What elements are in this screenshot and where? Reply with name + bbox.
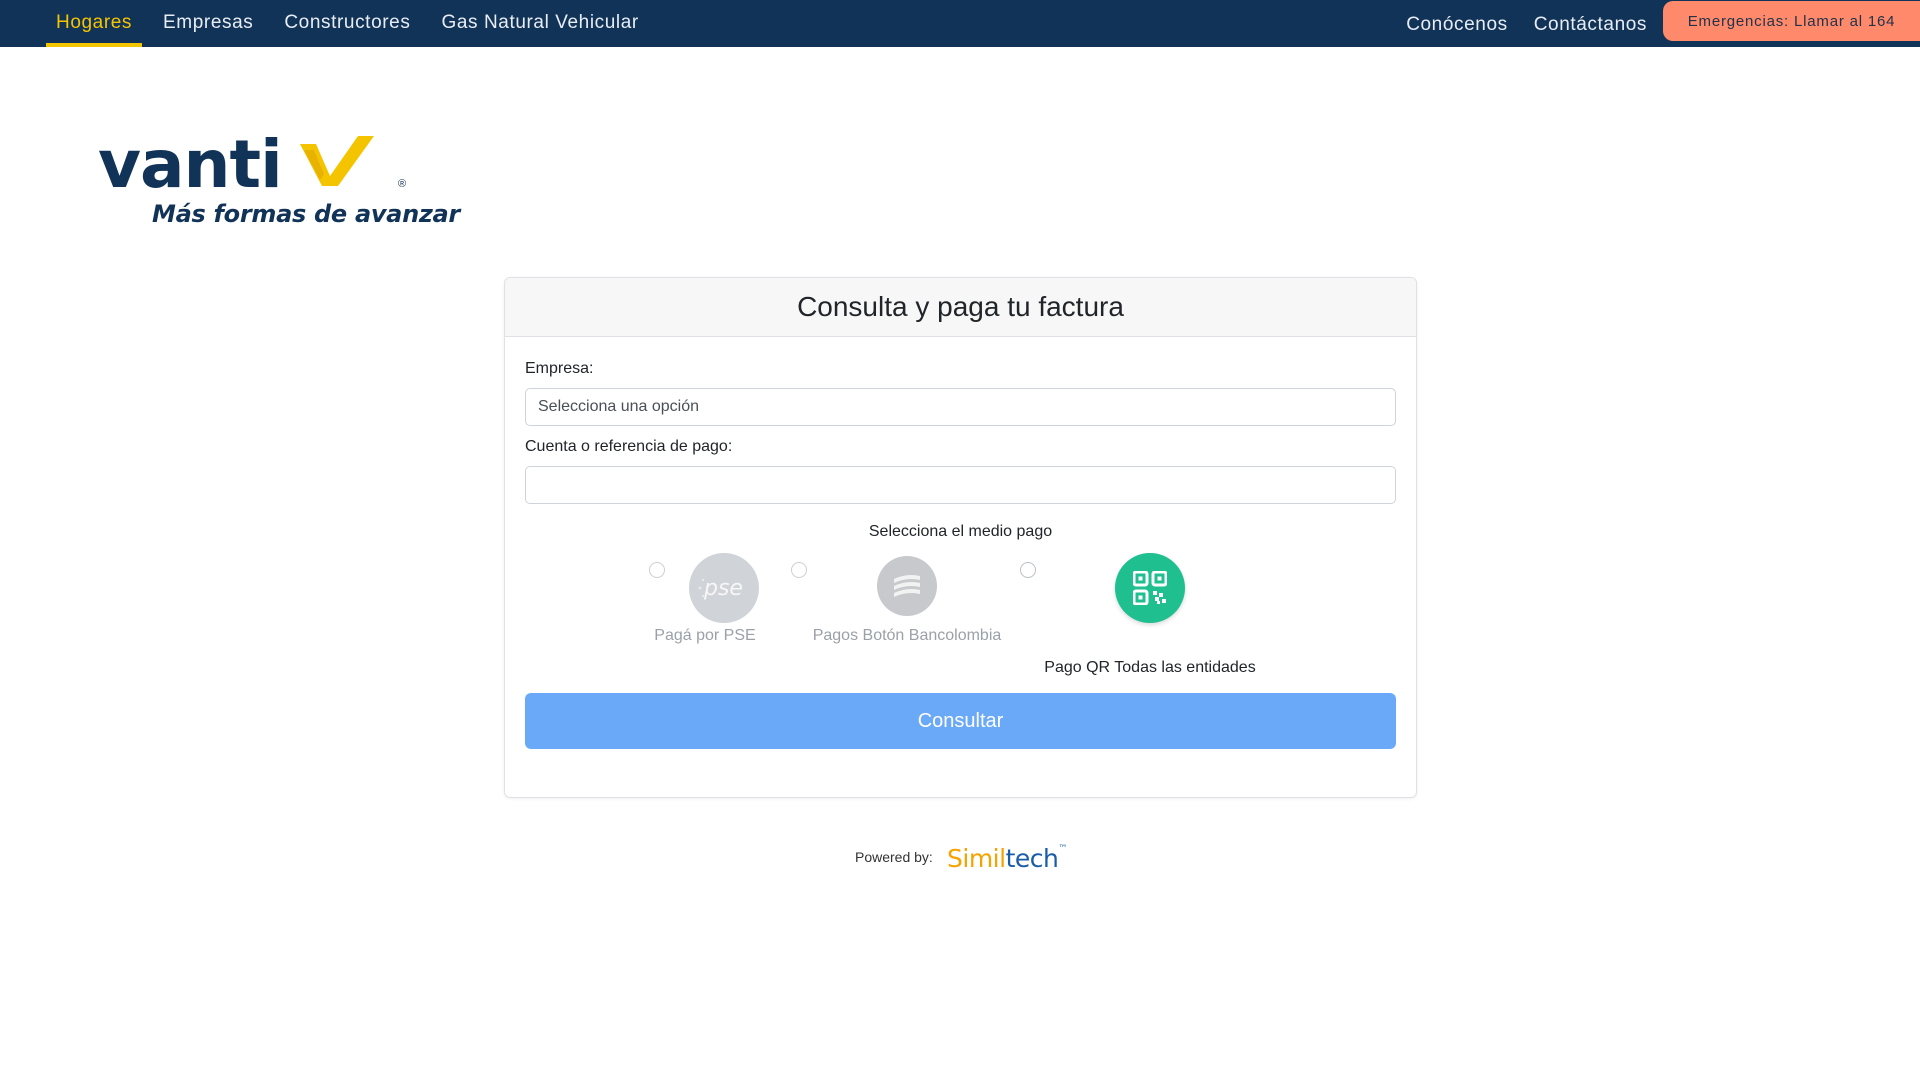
similtech-logo[interactable]: Similtech™: [947, 844, 1067, 873]
empresa-select[interactable]: Selecciona una opción: [525, 388, 1396, 426]
nav-item-label: Empresas: [163, 12, 254, 33]
pse-label: Pagá por PSE: [654, 627, 756, 644]
card-title: Consulta y paga tu factura: [797, 291, 1124, 322]
consultar-button[interactable]: Consultar: [525, 693, 1396, 749]
logo-tagline: Más formas de avanzar: [152, 200, 460, 228]
nav-item-constructores[interactable]: Constructores: [274, 0, 420, 47]
similtech-logo-part1: Simil: [947, 844, 1006, 873]
qr-code-icon[interactable]: [1115, 553, 1185, 623]
radio-qr[interactable]: [1020, 562, 1036, 578]
nav-item-empresas[interactable]: Empresas: [153, 0, 263, 47]
nav-item-contactanos[interactable]: Contáctanos: [1524, 0, 1657, 47]
similtech-logo-part2: tech: [1005, 844, 1059, 873]
nav-item-gas-natural-vehicular[interactable]: Gas Natural Vehicular: [431, 0, 648, 47]
logo-wordmark: vanti: [98, 126, 283, 203]
emergency-label: Emergencias: Llamar al 164: [1687, 12, 1896, 30]
nav-item-label: Gas Natural Vehicular: [441, 12, 639, 33]
radio-bancolombia[interactable]: [791, 562, 807, 578]
empresa-label: Empresa:: [525, 360, 594, 377]
qr-label: Pago QR Todas las entidades: [1044, 659, 1256, 676]
nav-item-label: Contáctanos: [1533, 14, 1647, 35]
similtech-trademark: ™: [1058, 844, 1067, 854]
payment-card: Consulta y paga tu factura Empresa: Sele…: [504, 277, 1417, 798]
empresa-select-value: Selecciona una opción: [538, 398, 700, 415]
cuenta-label: Cuenta o referencia de pago:: [525, 438, 733, 455]
payment-section-title: Selecciona el medio pago: [868, 523, 1053, 540]
vanti-logo[interactable]: vanti ® Más formas de avanzar: [98, 126, 460, 230]
radio-pse[interactable]: [649, 562, 665, 578]
emergency-call-button[interactable]: Emergencias: Llamar al 164: [1663, 1, 1920, 41]
nav-item-label: Constructores: [284, 12, 411, 33]
card-header: Consulta y paga tu factura: [505, 278, 1416, 337]
nav-item-hogares[interactable]: Hogares: [46, 0, 143, 47]
nav-item-label: Hogares: [56, 12, 133, 33]
pse-logo-icon: pse: [698, 576, 743, 601]
nav-item-label: Conócenos: [1406, 14, 1508, 35]
bancolombia-label: Pagos Botón Bancolombia: [812, 627, 1002, 644]
nav-right-group: Conócenos Contáctanos Emergencias: Llama…: [1396, 0, 1920, 47]
consultar-button-label: Consultar: [917, 709, 1004, 732]
nav-item-conocenos[interactable]: Conócenos: [1396, 0, 1518, 47]
pse-logo-text: pse: [703, 576, 743, 601]
logo-registered-mark: ®: [398, 178, 407, 190]
top-navbar: Hogares Empresas Constructores Gas Natur…: [0, 0, 1920, 47]
logo-check-icon: [300, 136, 374, 186]
cuenta-input[interactable]: [525, 466, 1396, 504]
nav-left-group: Hogares Empresas Constructores Gas Natur…: [46, 0, 660, 47]
qr-glyph-icon: [1133, 571, 1167, 605]
powered-by-label: Powered by:: [855, 849, 933, 865]
pse-icon[interactable]: pse: [689, 553, 759, 623]
bancolombia-icon[interactable]: [877, 556, 937, 616]
bancolombia-logo-icon: [894, 575, 920, 597]
